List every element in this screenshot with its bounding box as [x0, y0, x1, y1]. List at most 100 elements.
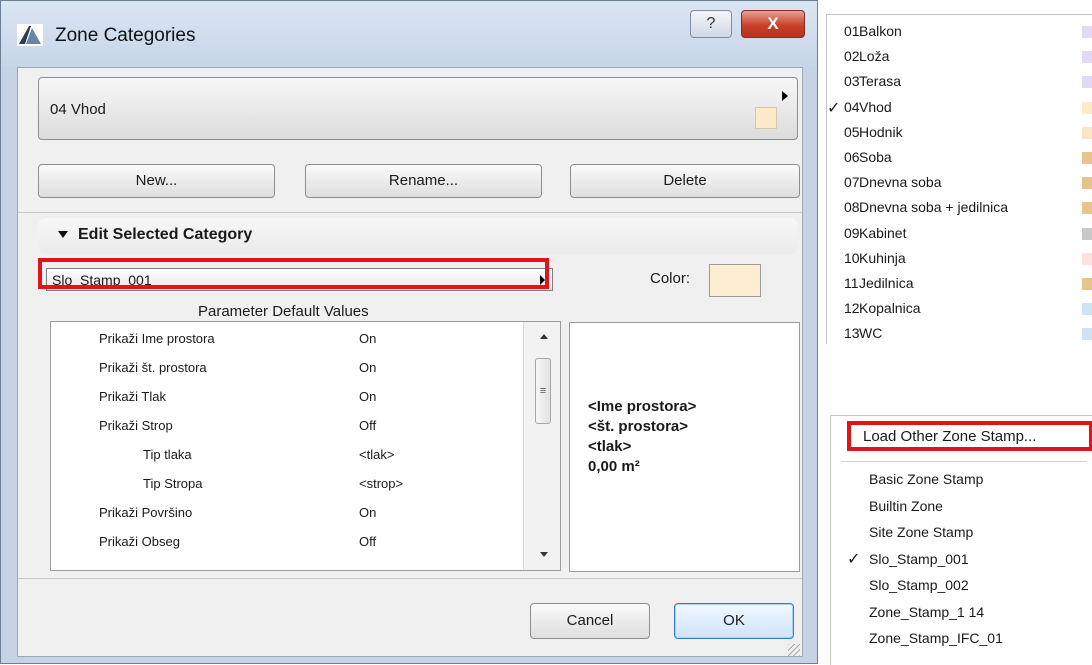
category-number: 12 [844, 300, 860, 317]
category-menu: 01 Balkon 02 Loža 03 Terasa ✓ 04 Vhod 05 Hodnik 06 S… [826, 14, 1092, 344]
checkmark-icon: ✓ [847, 550, 861, 568]
scroll-down-arrow-icon[interactable] [540, 552, 548, 557]
parameter-name: Tip Stropa [143, 476, 203, 491]
parameter-name: Prikaži Strop [99, 418, 173, 433]
category-name: Terasa [859, 73, 902, 90]
category-menu-item[interactable]: ✓ 04 Vhod [827, 95, 1092, 120]
category-selector[interactable]: 04 Vhod [38, 77, 798, 140]
parameter-list-header: Parameter Default Values [198, 303, 369, 320]
parameter-row[interactable]: Prikaži Strop Off [51, 413, 521, 437]
category-color-swatch [755, 107, 777, 129]
category-name: Jedilnica [859, 275, 914, 291]
category-number: 04 [844, 98, 860, 115]
resize-grip-icon[interactable] [788, 644, 800, 656]
category-color-swatch [1082, 152, 1092, 164]
category-menu-item[interactable]: 06 Soba [827, 145, 1092, 170]
zone-stamp-menu-item[interactable]: Zone_Stamp_IFC_01 [831, 626, 1092, 651]
parameter-name: Tip tlaka [143, 447, 192, 462]
delete-button[interactable]: Delete [570, 164, 800, 198]
parameter-value: <tlak> [359, 447, 395, 462]
parameter-list: Prikaži Ime prostora On Prikaži št. prosto… [50, 321, 561, 571]
cancel-button[interactable]: Cancel [530, 603, 650, 639]
category-name: Hodnik [859, 123, 903, 140]
category-menu-item[interactable]: 13 WC [827, 321, 1092, 346]
preview-line: <Ime prostora> [588, 398, 697, 415]
close-button[interactable]: X [741, 10, 805, 38]
parameter-row[interactable]: Tip Stropa <strop> [51, 471, 521, 495]
category-menu-item[interactable]: 05 Hodnik [827, 120, 1092, 145]
category-menu-item[interactable]: 02 Loža [827, 44, 1092, 69]
zone-stamp-menu-item[interactable]: Slo_Stamp_002 [831, 573, 1092, 598]
scroll-up-arrow-icon[interactable] [540, 334, 548, 339]
vertical-scrollbar[interactable]: ≡ [523, 322, 560, 570]
dialog-title: Zone Categories [55, 25, 196, 46]
zone-stamp-menu-item[interactable]: Site Zone Stamp [831, 520, 1092, 545]
category-color-swatch [1082, 51, 1092, 64]
zone-stamp-name: Slo_Stamp_002 [869, 577, 969, 593]
zone-stamp-menu-item[interactable]: Builtin Zone [831, 494, 1092, 519]
parameter-name: Prikaži Obseg [99, 534, 180, 549]
parameter-row[interactable]: Tip tlaka <tlak> [51, 442, 521, 466]
parameter-row[interactable]: Prikaži Obseg Off [51, 529, 521, 553]
category-name: Dnevna soba [859, 174, 942, 191]
triangle-down-icon [58, 231, 68, 238]
zone-stamp-name: Slo_Stamp_001 [869, 550, 969, 567]
new-button[interactable]: New... [38, 164, 275, 198]
category-menu-item[interactable]: 01 Balkon [827, 19, 1092, 44]
category-name: Soba [859, 149, 892, 165]
parameter-value: On [359, 331, 377, 346]
preview-line: <št. prostora> [588, 418, 689, 435]
rename-button[interactable]: Rename... [305, 164, 542, 198]
category-name: Kuhinja [859, 249, 906, 266]
category-number: 02 [844, 48, 860, 65]
help-button[interactable]: ? [690, 10, 732, 38]
zone-stamp-menu: Load Other Zone Stamp... Basic Zone Stam… [830, 415, 1092, 665]
title-bar[interactable]: Zone Categories ? X [1, 1, 817, 67]
zone-stamp-name: Basic Zone Stamp [869, 471, 984, 487]
zone-stamp-menu-item[interactable]: ✓ Slo_Stamp_001 [831, 547, 1092, 572]
zone-stamp-name: Zone_Stamp_IFC_01 [869, 630, 1003, 646]
highlight-stamp-dropdown [38, 258, 549, 289]
category-color-swatch [1082, 101, 1092, 114]
category-menu-item[interactable]: 09 Kabinet [827, 221, 1092, 246]
category-color-swatch [1082, 177, 1092, 190]
category-menu-item[interactable]: 08 Dnevna soba + jedilnica [827, 195, 1092, 220]
zone-stamp-name: Site Zone Stamp [869, 524, 974, 540]
parameter-name: Prikaži Površino [99, 505, 193, 520]
zone-stamp-menu-item[interactable]: Basic Zone Stamp [831, 467, 1092, 492]
category-name: Kopalnica [859, 300, 921, 317]
category-number: 03 [844, 73, 860, 90]
edit-category-section-header[interactable]: Edit Selected Category [38, 218, 798, 254]
zone-categories-dialog: Zone Categories ? X 04 Vhod New... Renam… [0, 0, 818, 664]
category-menu-item[interactable]: 10 Kuhinja [827, 246, 1092, 271]
category-color-swatch [1082, 202, 1092, 215]
category-number: 07 [844, 174, 860, 191]
category-name: Loža [859, 48, 890, 65]
category-menu-item[interactable]: 07 Dnevna soba [827, 170, 1092, 195]
scrollbar-thumb[interactable]: ≡ [535, 358, 551, 424]
zone-stamp-name: Zone_Stamp_1 14 [869, 603, 985, 620]
category-color-swatch [1082, 252, 1092, 265]
zone-stamp-menu-item[interactable]: Zone_Stamp_1 14 [831, 600, 1092, 625]
ok-button[interactable]: OK [674, 603, 794, 639]
parameter-value: Off [359, 418, 377, 433]
menu-separator [841, 461, 1087, 462]
category-menu-item[interactable]: 12 Kopalnica [827, 296, 1092, 321]
category-number: 08 [844, 199, 860, 216]
category-number: 10 [844, 249, 860, 266]
category-number: 06 [844, 149, 860, 165]
dialog-body: 04 Vhod New... Rename... Delete Edit Sel… [17, 67, 803, 657]
parameter-row[interactable]: Prikaži Ime prostora On [51, 326, 521, 350]
parameter-row[interactable]: Prikaži št. prostora On [51, 355, 521, 379]
parameter-name: Prikaži Tlak [99, 389, 166, 404]
category-number: 05 [844, 123, 860, 140]
category-menu-item[interactable]: 03 Terasa [827, 69, 1092, 94]
parameter-row[interactable]: Prikaži Površino On [51, 500, 521, 524]
category-menu-item[interactable]: 11 Jedilnica [827, 271, 1092, 296]
category-name: Balkon [859, 23, 902, 39]
parameter-value: On [359, 360, 377, 375]
parameter-row[interactable]: Prikaži Tlak On [51, 384, 521, 408]
divider [18, 212, 802, 213]
parameter-value: On [359, 505, 377, 520]
color-picker-swatch[interactable] [709, 264, 761, 297]
